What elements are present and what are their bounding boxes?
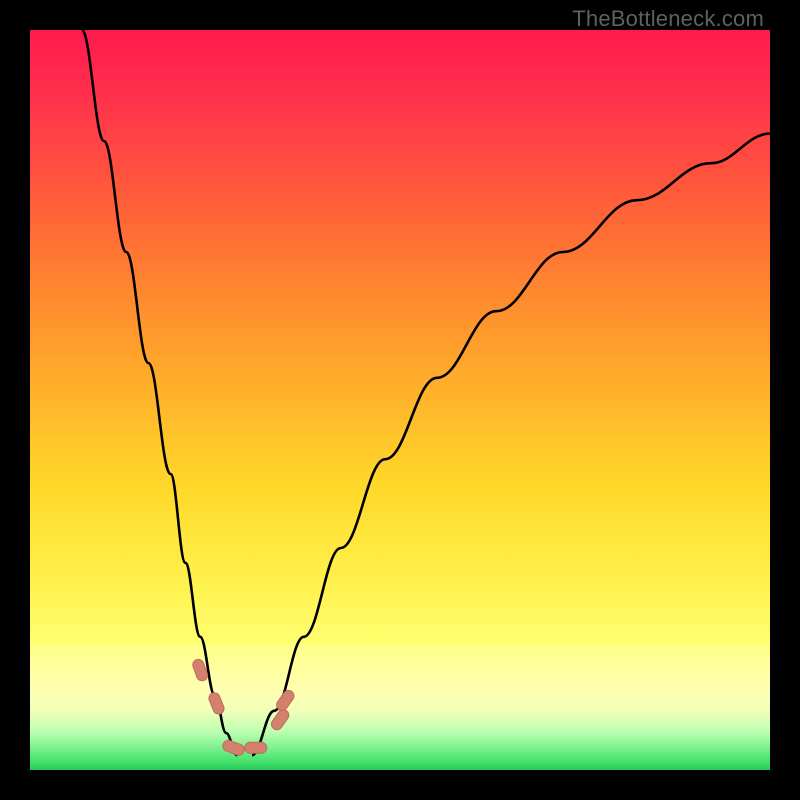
watermark-text: TheBottleneck.com — [572, 6, 764, 32]
marker-capsule — [274, 688, 296, 712]
outer-frame: TheBottleneck.com — [0, 0, 800, 800]
marker-capsule — [207, 691, 225, 716]
chart-svg — [30, 30, 770, 770]
plot-area — [30, 30, 770, 770]
bottleneck-markers — [191, 658, 296, 757]
right-curve — [252, 134, 770, 756]
marker-capsule — [221, 739, 245, 757]
marker-capsule — [245, 742, 267, 753]
left-curve — [82, 30, 237, 755]
